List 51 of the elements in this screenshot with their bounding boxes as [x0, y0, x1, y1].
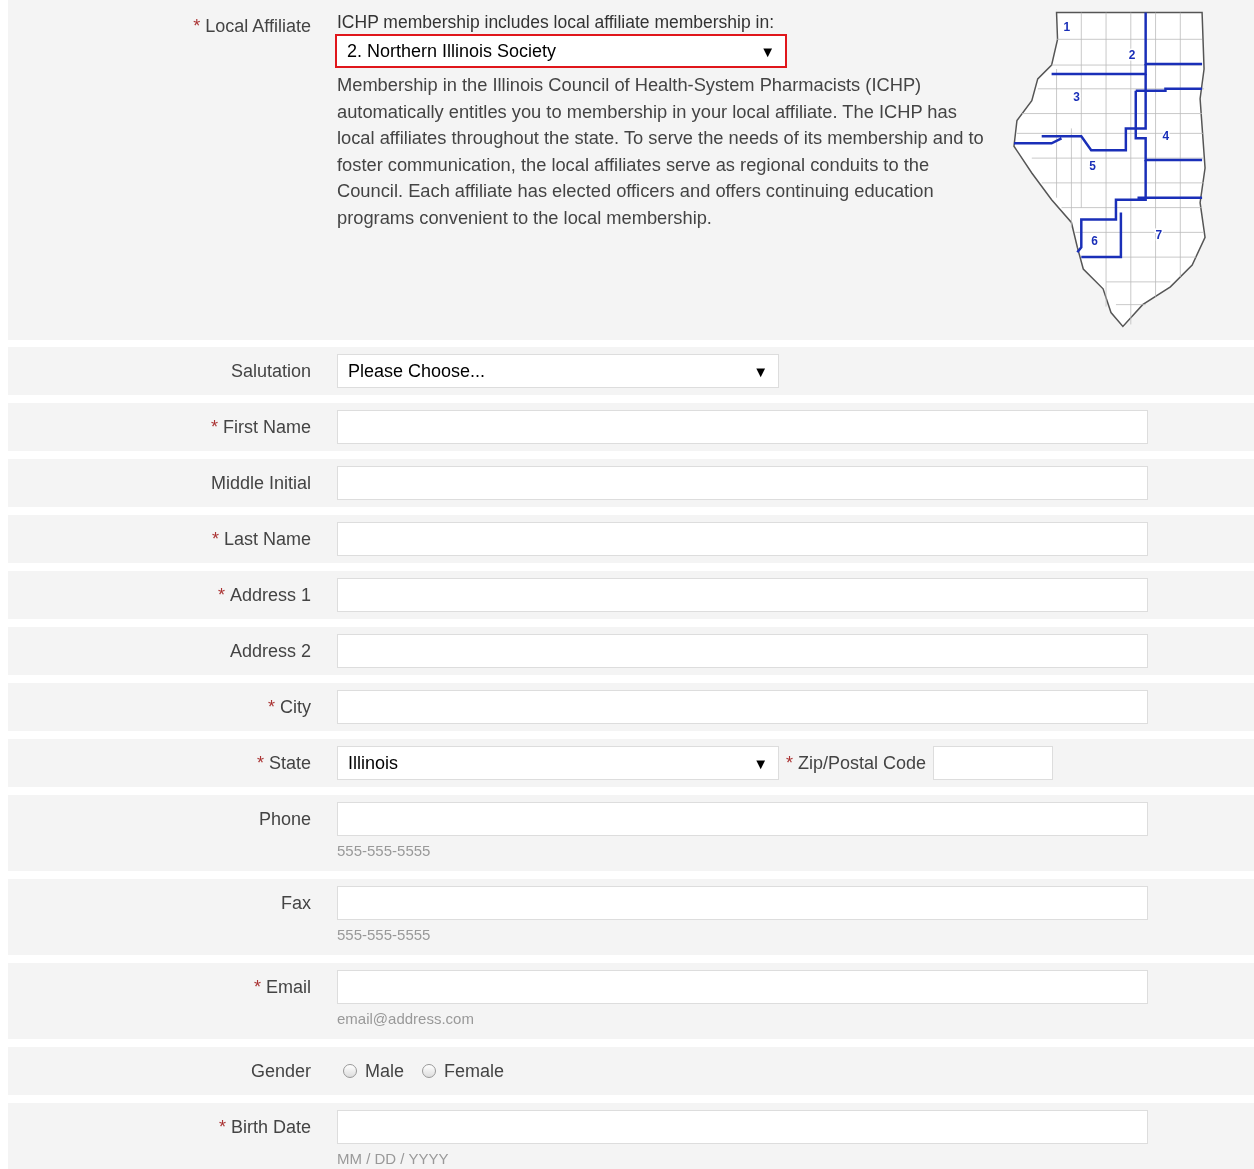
dropdown[interactable]: Please Choose... ▼ [337, 354, 779, 388]
field-hint: MM / DD / YYYY [337, 1150, 450, 1168]
field-label: Phone [258, 809, 311, 829]
field-label: Local Affiliate [205, 16, 311, 36]
field-label: Birth Date [230, 1117, 311, 1137]
text-field[interactable] [337, 578, 1148, 612]
caret-icon: ▼ [753, 754, 768, 772]
required-mark: * [211, 529, 219, 549]
text-field[interactable] [337, 466, 1148, 500]
field-label: Gender [250, 1061, 311, 1081]
text-field[interactable] [337, 1110, 1148, 1144]
text-field[interactable] [337, 802, 1148, 836]
field-label: Middle Initial [210, 473, 311, 493]
text-field[interactable] [337, 522, 1148, 556]
text-field[interactable] [337, 690, 1148, 724]
field-label: Address 2 [229, 641, 311, 661]
field-label: Salutation [230, 361, 311, 381]
caret-icon: ▼ [760, 42, 775, 60]
field-label: First Name [223, 417, 311, 437]
field-hint: 555-555-5555 [337, 842, 432, 860]
required-mark: * [786, 752, 793, 774]
field-label: Email [266, 977, 311, 997]
intro-text: ICHP membership includes local affiliate membership in: [337, 11, 776, 34]
radio-button[interactable] [422, 1064, 436, 1078]
radio-label: Male [365, 1060, 404, 1082]
text-field[interactable] [337, 970, 1148, 1004]
text-field[interactable] [337, 410, 1148, 444]
required-mark: * [256, 753, 264, 773]
zip-field[interactable] [933, 746, 1054, 780]
field-label: State [268, 753, 311, 773]
text-field[interactable] [337, 886, 1148, 920]
text-field[interactable] [337, 634, 1148, 668]
required-mark: * [193, 16, 201, 36]
field-label: Last Name [223, 529, 311, 549]
radio-label: Female [444, 1060, 505, 1082]
dropdown[interactable]: Illinois ▼ [337, 746, 779, 780]
field-label: Zip/Postal Code [798, 752, 927, 774]
required-mark: * [253, 977, 261, 997]
field-label: City [280, 697, 311, 717]
required-mark: * [210, 417, 218, 437]
field-label: Fax [281, 893, 311, 913]
required-mark: * [217, 585, 225, 605]
caret-icon: ▼ [753, 362, 768, 380]
radio-button[interactable] [343, 1064, 357, 1078]
affiliate-dropdown[interactable]: 2. Northern Illinois Society ▼ [335, 34, 787, 68]
field-label: Address 1 [229, 585, 311, 605]
required-mark: * [218, 1117, 226, 1137]
required-mark: * [268, 697, 275, 717]
description-text: Membership in the Illinois Council of Health-System Pharmacists (ICHP) automatically entitles you to membership in your local affiliate. The ICHP has local affiliates throughout the state. To serve the needs of its membership and to foster communication, the local affiliates serve as regional conduits to the Council. Each affiliate has elected officers and offers continuing education programs convenient to the local membership. [337, 73, 985, 230]
field-hint: 555-555-5555 [337, 926, 432, 944]
field-hint: email@address.com [337, 1010, 475, 1028]
